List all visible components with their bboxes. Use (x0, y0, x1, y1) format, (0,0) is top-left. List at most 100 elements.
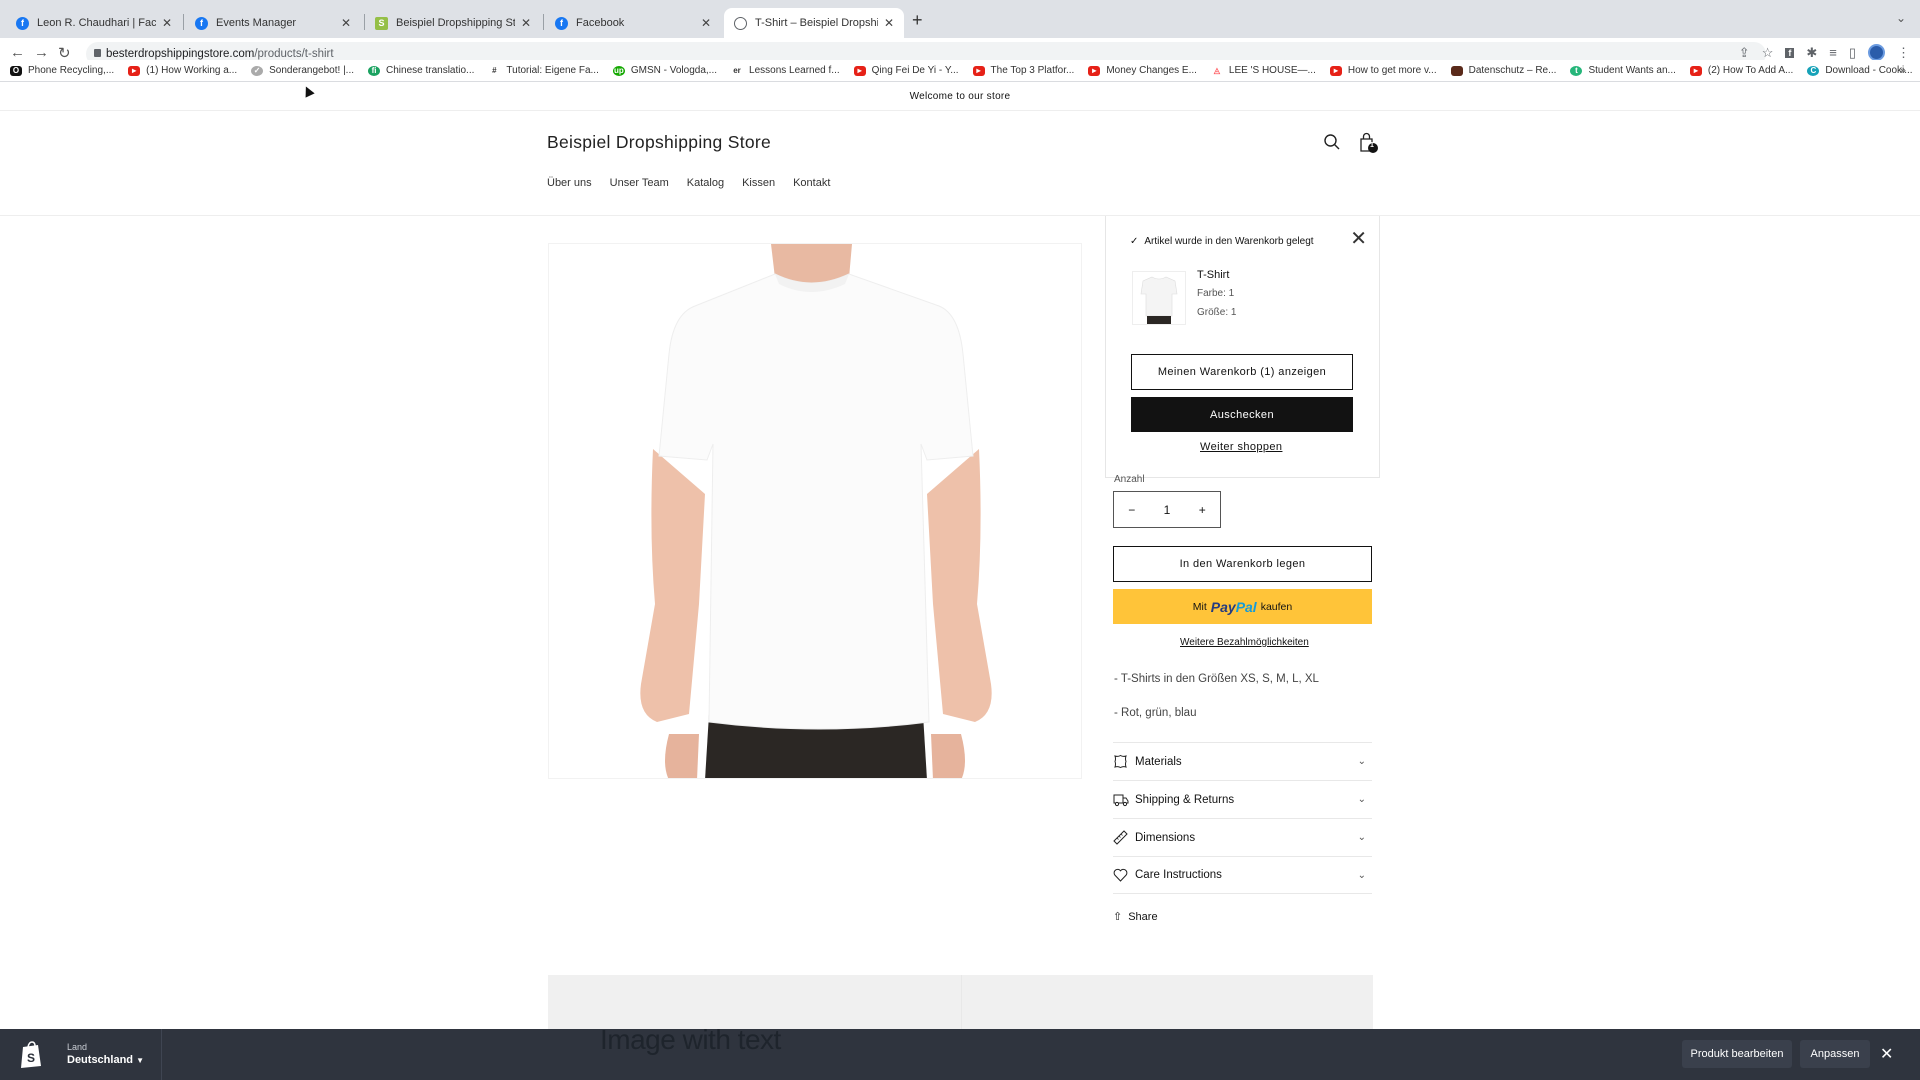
new-tab-button[interactable]: + (912, 10, 923, 31)
tab-search-chevron-icon[interactable]: ⌄ (1896, 11, 1906, 25)
facebook-extension-icon[interactable]: f (1785, 47, 1795, 58)
continue-shopping-link[interactable]: Weiter shoppen (1200, 441, 1282, 453)
facebook-icon: f (555, 16, 568, 30)
leather-icon (1113, 754, 1135, 769)
nav-item-katalog[interactable]: Katalog (687, 177, 724, 189)
back-button[interactable]: ← (10, 44, 25, 61)
accordion-materials[interactable]: Materials ⌄ (1113, 742, 1372, 780)
truck-icon (1113, 793, 1135, 807)
chevron-down-icon: ⌄ (1357, 869, 1366, 881)
chevron-down-icon: ⌄ (1357, 794, 1366, 805)
product-image[interactable] (548, 243, 1082, 779)
confirmation-text: Artikel wurde in den Warenkorb gelegt (1144, 236, 1314, 247)
facebook-icon: f (16, 16, 29, 30)
bookmark-item[interactable]: ▸ How to get more v... (1329, 65, 1437, 76)
increase-quantity-button[interactable]: + (1199, 503, 1206, 517)
bookmark-item[interactable]: up GMSN - Vologda,... (612, 65, 717, 76)
browser-tab[interactable]: f Leon R. Chaudhari | Facebook ✕ (6, 8, 182, 38)
share-label: Share (1128, 910, 1158, 923)
bookmark-item[interactable]: ▸ Qing Fei De Yi - Y... (853, 65, 959, 76)
bookmark-star-icon[interactable]: ☆ (1762, 45, 1774, 61)
checkout-button[interactable]: Auschecken (1131, 397, 1353, 432)
bookmark-item[interactable]: ▸ Money Changes E... (1088, 65, 1197, 76)
bookmark-label: Qing Fei De Yi - Y... (871, 65, 959, 76)
close-tab-icon[interactable]: ✕ (341, 16, 351, 30)
bookmark-label: Lessons Learned f... (749, 65, 840, 76)
profile-avatar[interactable] (1868, 44, 1885, 61)
tab-title: Leon R. Chaudhari | Facebook (37, 17, 156, 29)
facebook-icon: f (195, 16, 208, 30)
close-tab-icon[interactable]: ✕ (884, 16, 894, 30)
search-icon[interactable] (1323, 133, 1341, 156)
cart-icon[interactable]: 1 (1357, 131, 1381, 160)
browser-tab[interactable]: S Beispiel Dropshipping Store · I ✕ (365, 8, 541, 38)
bookmark-label: LEE 'S HOUSE—... (1228, 65, 1316, 76)
youtube-icon: ▸ (1689, 65, 1702, 76)
bookmark-label: Tutorial: Eigene Fa... (506, 65, 599, 76)
bookmark-favicon-icon (1450, 65, 1463, 76)
add-to-cart-button[interactable]: In den Warenkorb legen (1113, 546, 1372, 582)
browser-tab-active[interactable]: T-Shirt – Beispiel Dropshipping ✕ (724, 8, 904, 38)
heart-icon (1113, 868, 1135, 882)
bookmark-item[interactable]: # Tutorial: Eigene Fa... (488, 65, 599, 76)
paypal-button[interactable]: Mit Pay Pal kaufen (1113, 589, 1372, 624)
close-preview-bar-button[interactable]: ✕ (1880, 1044, 1893, 1064)
nav-item-ueber-uns[interactable]: Über uns (547, 177, 592, 189)
share-button[interactable]: ⇧ Share (1113, 910, 1158, 924)
country-label: Land (67, 1042, 88, 1052)
bookmark-item[interactable]: fi Chinese translatio... (368, 65, 474, 76)
bookmark-item[interactable]: er Lessons Learned f... (731, 65, 840, 76)
bookmarks-bar: O Phone Recycling,... ▸ (1) How Working a.… (0, 60, 1920, 82)
accordion-dimensions[interactable]: Dimensions ⌄ (1113, 818, 1372, 856)
bookmark-item[interactable]: ▸ The Top 3 Platfor... (972, 65, 1075, 76)
tab-title: T-Shirt – Beispiel Dropshipping (755, 17, 878, 29)
browser-menu-icon[interactable]: ⋮ (1897, 45, 1910, 61)
bookmark-item[interactable]: ▸ (1) How Working a... (128, 65, 237, 76)
side-panel-icon[interactable]: ▯ (1849, 45, 1856, 61)
bookmark-item[interactable]: ✓ Sonderangebot! |... (251, 65, 354, 76)
view-cart-button[interactable]: Meinen Warenkorb (1) anzeigen (1131, 354, 1353, 390)
bookmark-label: Chinese translatio... (386, 65, 475, 76)
more-payment-options-link[interactable]: Weitere Bezahlmöglichkeiten (1180, 637, 1309, 648)
bookmark-item[interactable]: ▸ (2) How To Add A... (1689, 65, 1794, 76)
lock-icon (94, 49, 101, 57)
decrease-quantity-button[interactable]: − (1128, 503, 1135, 517)
customize-button[interactable]: Anpassen (1800, 1040, 1870, 1068)
bookmarks-overflow-button[interactable]: » (1899, 63, 1906, 77)
store-logo-link[interactable]: Beispiel Dropshipping Store (547, 132, 771, 153)
accordion-label: Dimensions (1135, 831, 1196, 844)
bookmark-label: Phone Recycling,... (28, 65, 115, 76)
quantity-label: Anzahl (1114, 474, 1145, 485)
bookmark-item[interactable]: C Download - Cooki... (1807, 65, 1913, 76)
nav-item-kissen[interactable]: Kissen (742, 177, 775, 189)
nav-item-kontakt[interactable]: Kontakt (793, 177, 830, 189)
extensions-puzzle-icon[interactable]: ✱ (1806, 45, 1817, 61)
accordion-shipping-returns[interactable]: Shipping & Returns ⌄ (1113, 780, 1372, 818)
bookmark-item[interactable]: O Phone Recycling,... (10, 65, 114, 76)
browser-tab[interactable]: f Facebook ✕ (545, 8, 721, 38)
bookmark-label: The Top 3 Platfor... (990, 65, 1075, 76)
share-page-icon[interactable]: ⇪ (1739, 45, 1750, 61)
nav-item-unser-team[interactable]: Unser Team (610, 177, 669, 189)
tab-title: Beispiel Dropshipping Store · I (396, 17, 515, 29)
forward-button[interactable]: → (34, 44, 49, 61)
close-popup-button[interactable]: ✕ (1350, 226, 1367, 251)
ruler-icon (1113, 830, 1135, 845)
accordion-label: Care Instructions (1135, 869, 1222, 881)
close-tab-icon[interactable]: ✕ (701, 16, 711, 30)
chevron-down-icon: ⌄ (1357, 756, 1366, 767)
accordion-care-instructions[interactable]: Care Instructions ⌄ (1113, 856, 1372, 894)
close-tab-icon[interactable]: ✕ (521, 16, 531, 30)
reading-list-icon[interactable]: ≡ (1829, 45, 1837, 60)
bookmark-item[interactable]: Datenschutz – Re... (1450, 65, 1556, 76)
country-selector[interactable]: Deutschland ▼ (67, 1054, 144, 1066)
edit-product-button[interactable]: Produkt bearbeiten (1682, 1040, 1792, 1068)
youtube-icon: ▸ (853, 65, 866, 76)
bookmark-label: (2) How To Add A... (1707, 65, 1794, 76)
airbnb-icon: ◬ (1213, 66, 1220, 75)
bookmark-item[interactable]: ◬ LEE 'S HOUSE—... (1211, 65, 1316, 76)
browser-tab[interactable]: f Events Manager ✕ (185, 8, 361, 38)
close-tab-icon[interactable]: ✕ (162, 16, 172, 30)
quantity-input[interactable]: 1 (1164, 503, 1171, 517)
bookmark-item[interactable]: t Student Wants an... (1570, 65, 1676, 76)
